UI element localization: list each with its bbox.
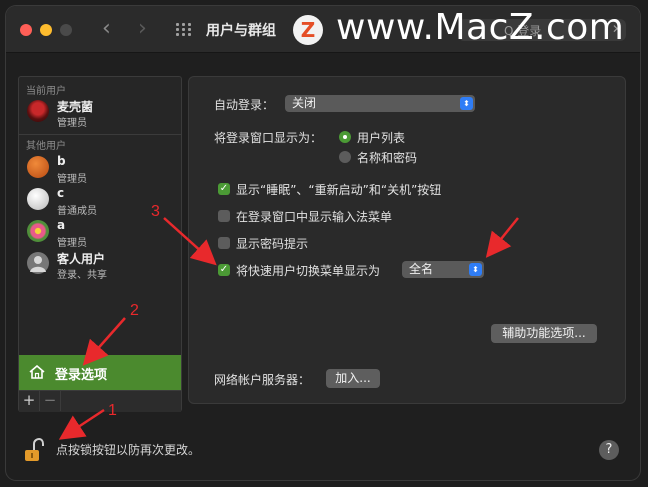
user-role: 管理员 bbox=[57, 174, 87, 185]
minimize-window-button[interactable] bbox=[40, 24, 52, 36]
chevron-updown-icon: ⬍ bbox=[469, 263, 482, 276]
fast-switch-popup[interactable]: 全名 ⬍ bbox=[402, 261, 484, 278]
checkbox-sleep-restart-label: 显示“睡眠”、“重新启动”和“关机”按钮 bbox=[236, 183, 442, 197]
user-avatar-icon bbox=[27, 100, 49, 122]
annotation-number-3: 3 bbox=[151, 203, 160, 220]
user-row-guest[interactable]: 客人用户 登录、共享 bbox=[25, 249, 175, 281]
user-name: a bbox=[57, 218, 66, 232]
user-row-a[interactable]: a 管理员 bbox=[25, 217, 175, 249]
checkbox-password-hints-label: 显示密码提示 bbox=[236, 237, 309, 251]
join-button[interactable]: 加入... bbox=[326, 369, 380, 388]
network-server-label: 网络帐户服务器： bbox=[214, 373, 311, 387]
user-name: 麦壳菌 bbox=[57, 100, 94, 114]
user-name: b bbox=[57, 154, 66, 168]
auto-login-label: 自动登录： bbox=[214, 98, 275, 112]
flower-avatar-icon bbox=[27, 220, 49, 242]
radio-name-password-label: 名称和密码 bbox=[357, 151, 418, 165]
house-icon bbox=[29, 365, 45, 379]
current-users-header: 当前用户 bbox=[26, 86, 66, 97]
user-name: 客人用户 bbox=[57, 252, 106, 266]
fast-switch-value: 全名 bbox=[409, 262, 434, 276]
chevron-updown-icon: ⬍ bbox=[460, 97, 473, 110]
checkbox-fast-switch[interactable]: ✓ bbox=[218, 264, 230, 276]
chevron-right-icon[interactable]: › bbox=[138, 16, 147, 41]
title-bar: ‹ › 用户与群组 Q 登录 ✕ Z www.MacZ.com bbox=[6, 6, 640, 53]
user-row-b[interactable]: b 管理员 bbox=[25, 153, 175, 185]
display-as-label: 将登录窗口显示为： bbox=[214, 131, 323, 145]
guest-user-icon bbox=[27, 252, 49, 274]
basketball-avatar-icon bbox=[27, 156, 49, 178]
annotation-number-2: 2 bbox=[130, 302, 139, 319]
users-list-panel: 当前用户 麦壳菌 管理员 其他用户 b 管理员 c 普通成员 a 管理员 客人用… bbox=[18, 76, 182, 412]
user-row-current[interactable]: 麦壳菌 管理员 bbox=[25, 97, 175, 129]
radio-user-list-label: 用户列表 bbox=[357, 131, 406, 145]
user-role: 登录、共享 bbox=[57, 270, 107, 281]
show-all-grid-icon[interactable] bbox=[176, 23, 192, 36]
unlocked-padlock-icon[interactable] bbox=[24, 438, 44, 462]
user-role: 普通成员 bbox=[57, 206, 97, 217]
user-name: c bbox=[57, 186, 65, 200]
help-button[interactable]: ? bbox=[599, 440, 619, 460]
zoom-window-button[interactable] bbox=[60, 24, 72, 36]
add-user-button[interactable]: + bbox=[19, 391, 40, 411]
lock-hint-text: 点按锁按钮以防再次更改。 bbox=[56, 443, 201, 457]
auto-login-value: 关闭 bbox=[292, 96, 317, 110]
user-role: 管理员 bbox=[57, 118, 87, 129]
login-options-label: 登录选项 bbox=[55, 368, 108, 383]
divider bbox=[19, 134, 181, 135]
checkbox-fast-switch-label: 将快速用户切换菜单显示为 bbox=[236, 264, 381, 278]
checkbox-sleep-restart[interactable]: ✓ bbox=[218, 183, 230, 195]
watermark-text: www.MacZ.com bbox=[336, 7, 625, 48]
window-title: 用户与群组 bbox=[206, 23, 276, 39]
radio-name-password[interactable] bbox=[339, 151, 351, 163]
golf-ball-avatar-icon bbox=[27, 188, 49, 210]
annotation-number-1: 1 bbox=[108, 402, 117, 419]
remove-user-button[interactable]: − bbox=[40, 391, 61, 411]
macz-logo-icon: Z bbox=[293, 15, 323, 45]
user-role: 管理员 bbox=[57, 238, 87, 249]
auto-login-popup[interactable]: 关闭 ⬍ bbox=[285, 95, 475, 112]
checkbox-input-menu[interactable] bbox=[218, 210, 230, 222]
add-remove-bar: + − bbox=[19, 390, 181, 412]
checkbox-password-hints[interactable] bbox=[218, 237, 230, 249]
radio-user-list[interactable] bbox=[339, 131, 351, 143]
login-options-item[interactable]: 登录选项 bbox=[19, 355, 181, 390]
checkbox-input-menu-label: 在登录窗口中显示输入法菜单 bbox=[236, 210, 393, 224]
other-users-header: 其他用户 bbox=[26, 141, 66, 152]
accessibility-options-button[interactable]: 辅助功能选项... bbox=[491, 324, 597, 343]
close-window-button[interactable] bbox=[20, 24, 32, 36]
chevron-left-icon[interactable]: ‹ bbox=[102, 16, 111, 41]
